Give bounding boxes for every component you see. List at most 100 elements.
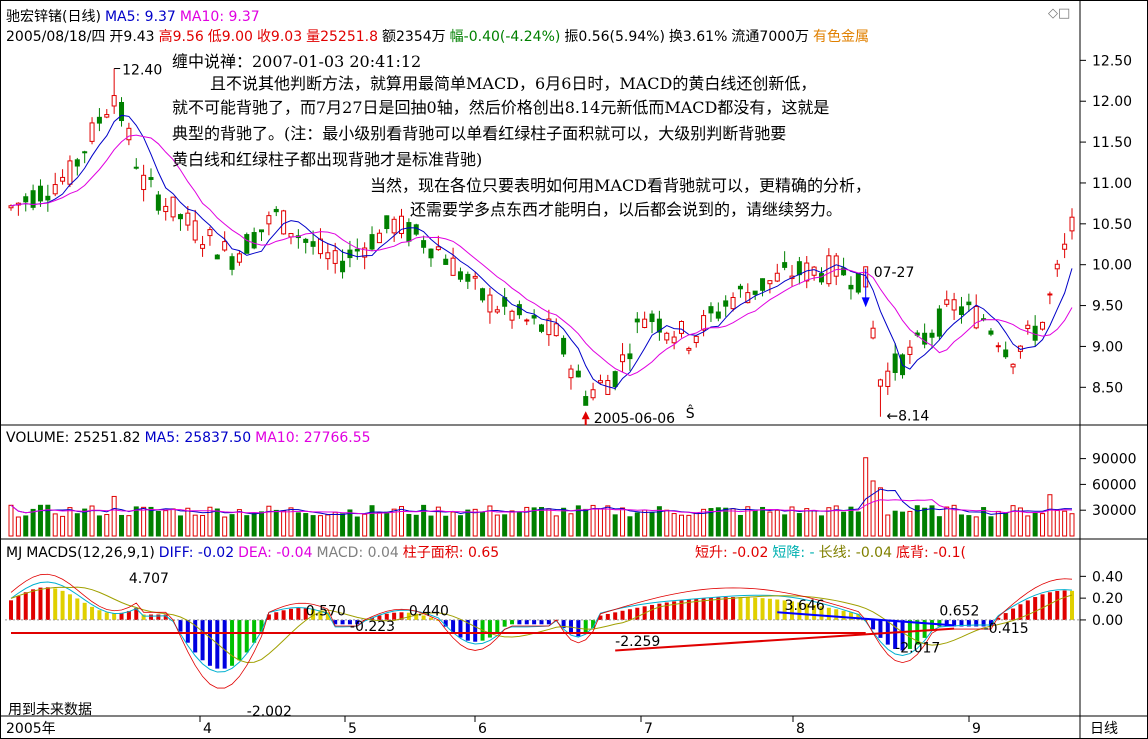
candle-body <box>192 220 198 241</box>
volume-bar <box>1054 510 1060 537</box>
volume-bar <box>1047 494 1053 537</box>
volume-bar <box>715 507 721 537</box>
candle-body <box>325 252 331 260</box>
macd-histogram-bar <box>1025 600 1030 620</box>
macd-histogram-bar <box>244 619 249 653</box>
volume-bar <box>465 509 471 537</box>
macd-histogram-bar <box>340 619 345 625</box>
volume-bar <box>82 508 88 537</box>
macd-header-item-5: 柱子面积: 0.65 <box>402 545 500 561</box>
candle-body <box>214 254 220 260</box>
macd-histogram-bar <box>16 596 21 620</box>
macd-header-item-2: DIFF: -0.02 <box>158 545 235 561</box>
macd-histogram-bar <box>1062 590 1067 620</box>
candle-body <box>870 327 876 339</box>
xaxis-month-label: 8 <box>796 721 805 737</box>
volume-bar <box>251 512 257 537</box>
price-ytick-label: 11.00 <box>1092 176 1132 192</box>
candle-body <box>612 371 618 388</box>
price-ytick-label: 10.00 <box>1092 258 1132 274</box>
macd-histogram-bar <box>458 619 463 638</box>
candle-body <box>480 288 486 301</box>
macd-histogram-bar <box>871 619 876 630</box>
candle-body <box>317 238 323 255</box>
candle-body <box>796 261 802 276</box>
candle-body <box>553 323 559 337</box>
volume-bar <box>428 515 434 537</box>
candle-body <box>443 258 449 265</box>
volume-header-item-1: MA5: 25837.50 <box>144 430 252 446</box>
volume-bar <box>1025 515 1031 537</box>
candle-body <box>1025 324 1031 330</box>
macd-histogram-bar <box>97 610 102 620</box>
volume-bar <box>413 514 419 537</box>
volume-bar <box>583 508 589 537</box>
price-ytick-label: 10.50 <box>1092 217 1132 233</box>
window-corner-icons[interactable]: ◇□ <box>1048 6 1070 21</box>
volume-bar <box>723 507 729 537</box>
volume-bar <box>656 506 662 537</box>
candle-body <box>421 240 427 248</box>
candle-body <box>207 229 213 237</box>
macd-indicator-item-1: 短降: - <box>772 545 815 561</box>
candle-body <box>52 184 58 195</box>
macd-histogram-bar <box>75 598 80 620</box>
macd-histogram-bar <box>524 619 529 625</box>
candle-body <box>126 127 132 141</box>
macd-histogram-bar <box>495 619 500 633</box>
candle-body <box>1003 349 1009 358</box>
volume-bar <box>531 507 537 537</box>
macd-value-label-3: 0.440 <box>409 604 449 620</box>
candle-body <box>310 241 316 247</box>
volume-bar <box>730 508 736 537</box>
candle-body <box>730 296 736 310</box>
candle-body <box>391 218 397 234</box>
macd-histogram-bar <box>23 592 28 620</box>
volume-bar <box>922 507 928 537</box>
volume-bar <box>605 505 611 537</box>
volume-bar <box>936 516 942 537</box>
volume-bar <box>214 508 220 537</box>
chart-header-line2: 2005/08/18/四 开9.43 高9.56 低9.00 收9.03 量25251.8… <box>6 26 873 46</box>
candle-body <box>141 174 147 191</box>
note-line-1: 且不说其他判断方法，就算用最简单MACD，6月6日时，MACD的黄白线还创新低， <box>210 74 817 93</box>
macd-histogram-bar <box>716 597 721 620</box>
header-item-2: MA10: 9.37 <box>179 9 260 25</box>
candle-body <box>627 353 633 360</box>
volume-bar <box>15 516 21 537</box>
volume-bar <box>546 508 552 537</box>
candle-body <box>958 306 964 315</box>
volume-bar <box>133 506 139 537</box>
macd-histogram-bar <box>53 588 58 620</box>
quote-item-11: 有色金属 <box>813 29 870 45</box>
candle-body <box>664 332 670 341</box>
candle-body <box>60 176 66 182</box>
candle-body <box>413 224 419 235</box>
candle-body <box>737 285 743 290</box>
macd-value-label-8: -0.415 <box>984 621 1029 637</box>
candle-body <box>303 238 309 243</box>
macd-histogram-bar <box>878 619 883 638</box>
candle-body <box>229 256 235 270</box>
note-line-4: 黄白线和红绿柱子都出现背驰才是标准背驰) <box>172 150 483 169</box>
volume-bar <box>325 514 331 537</box>
macd-header-right: 短升: -0.02 短降: - 长线: -0.04 底背: -0.1( <box>695 542 970 562</box>
volume-bar <box>782 514 788 537</box>
candle-body <box>74 159 80 167</box>
volume-bar <box>1003 513 1009 537</box>
candle-body <box>133 166 139 169</box>
candle-body <box>259 229 265 233</box>
volume-bar <box>37 504 43 537</box>
quote-item-3: 低9.00 <box>207 29 253 45</box>
volume-bar <box>52 513 58 537</box>
volume-bar <box>627 516 633 537</box>
volume-bar <box>369 505 375 537</box>
candle-body <box>1047 293 1053 296</box>
candle-body <box>384 215 390 230</box>
volume-bar <box>516 511 522 537</box>
quote-item-6: 额2354万 <box>382 29 446 45</box>
macd-histogram-bar <box>731 597 736 620</box>
volume-bar <box>634 512 640 537</box>
candle-body <box>951 299 957 311</box>
macd-histogram-bar <box>119 612 124 620</box>
